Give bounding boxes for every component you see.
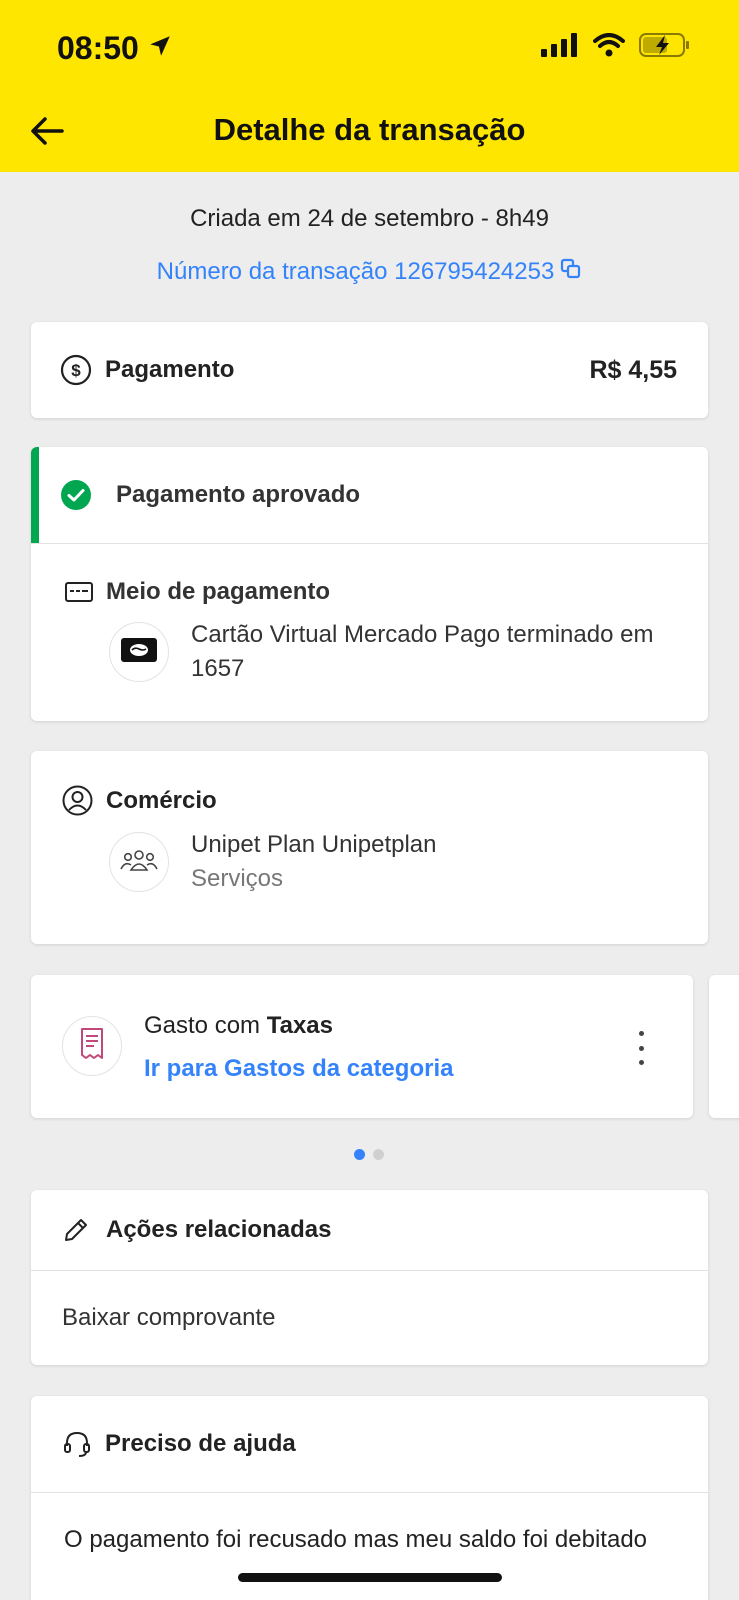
related-actions-title: Ações relacionadas	[106, 1216, 332, 1243]
svg-text:$: $	[71, 361, 81, 380]
transaction-number-text: Número da transação 126795424253	[156, 258, 555, 285]
payment-amount-card: $ Pagamento R$ 4,55	[31, 322, 708, 418]
receipt-avatar	[62, 1016, 122, 1076]
download-receipt-action[interactable]: Baixar comprovante	[31, 1271, 708, 1365]
check-circle-icon	[60, 479, 92, 511]
merchant-category: Serviços	[191, 865, 284, 892]
battery-charging-icon	[639, 32, 691, 63]
wifi-icon	[593, 33, 625, 62]
payment-method-description: Cartão Virtual Mercado Pago terminado em…	[191, 621, 654, 682]
status-bar-indicators	[541, 32, 691, 63]
dollar-circle-icon: $	[60, 354, 92, 386]
merchant-avatar	[109, 832, 169, 892]
payment-method-title: Meio de pagamento	[106, 578, 331, 605]
status-bar-time: 08:50	[57, 30, 173, 67]
help-topic-payment-refused[interactable]: O pagamento foi recusado mas meu saldo f…	[31, 1493, 708, 1559]
payment-label: Pagamento	[105, 356, 235, 383]
location-arrow-icon	[147, 30, 173, 67]
spending-category-card[interactable]: Gasto com Taxas Ir para Gastos da catego…	[31, 975, 693, 1118]
transaction-number-link[interactable]: Número da transação 126795424253	[0, 258, 739, 287]
headset-icon	[62, 1429, 92, 1459]
pencil-icon	[62, 1216, 90, 1244]
mercado-pago-card-icon	[120, 637, 158, 668]
help-title: Preciso de ajuda	[105, 1430, 296, 1457]
spending-text: Gasto com Taxas	[144, 1012, 333, 1040]
user-circle-icon	[62, 785, 93, 816]
group-icon	[119, 848, 159, 877]
cellular-signal-icon	[541, 33, 579, 62]
spending-prefix: Gasto com	[144, 1012, 267, 1039]
payment-amount: R$ 4,55	[589, 355, 677, 384]
card-icon	[65, 581, 93, 603]
next-carousel-card-peek[interactable]	[709, 975, 739, 1118]
help-card: Preciso de ajuda O pagamento foi recusad…	[31, 1396, 708, 1600]
home-indicator	[238, 1573, 502, 1582]
receipt-icon	[79, 1027, 105, 1066]
status-accent-bar	[31, 447, 39, 543]
app-header: 08:50 Detalhe da transação	[0, 0, 739, 172]
spending-category: Taxas	[266, 1012, 333, 1039]
mercado-pago-card-avatar	[109, 622, 169, 682]
spending-category-link[interactable]: Ir para Gastos da categoria	[144, 1055, 453, 1083]
carousel-pager	[354, 1149, 384, 1160]
merchant-title: Comércio	[106, 786, 217, 814]
time-text: 08:50	[57, 30, 139, 66]
status-label: Pagamento aprovado	[116, 481, 361, 508]
payment-status-card: Pagamento aprovado Meio de pagamento Car…	[31, 447, 708, 721]
pager-dot-active[interactable]	[354, 1149, 365, 1160]
merchant-name: Unipet Plan Unipetplan	[191, 831, 437, 858]
created-date: Criada em 24 de setembro - 8h49	[190, 205, 549, 232]
related-actions-card: Ações relacionadas Baixar comprovante	[31, 1190, 708, 1365]
more-options-icon[interactable]	[629, 1031, 653, 1065]
pager-dot[interactable]	[373, 1149, 384, 1160]
page-title: Detalhe da transação	[213, 112, 526, 147]
merchant-card: Comércio Unipet Plan Unipetplan Serviços	[31, 751, 708, 944]
copy-icon[interactable]	[560, 258, 582, 287]
